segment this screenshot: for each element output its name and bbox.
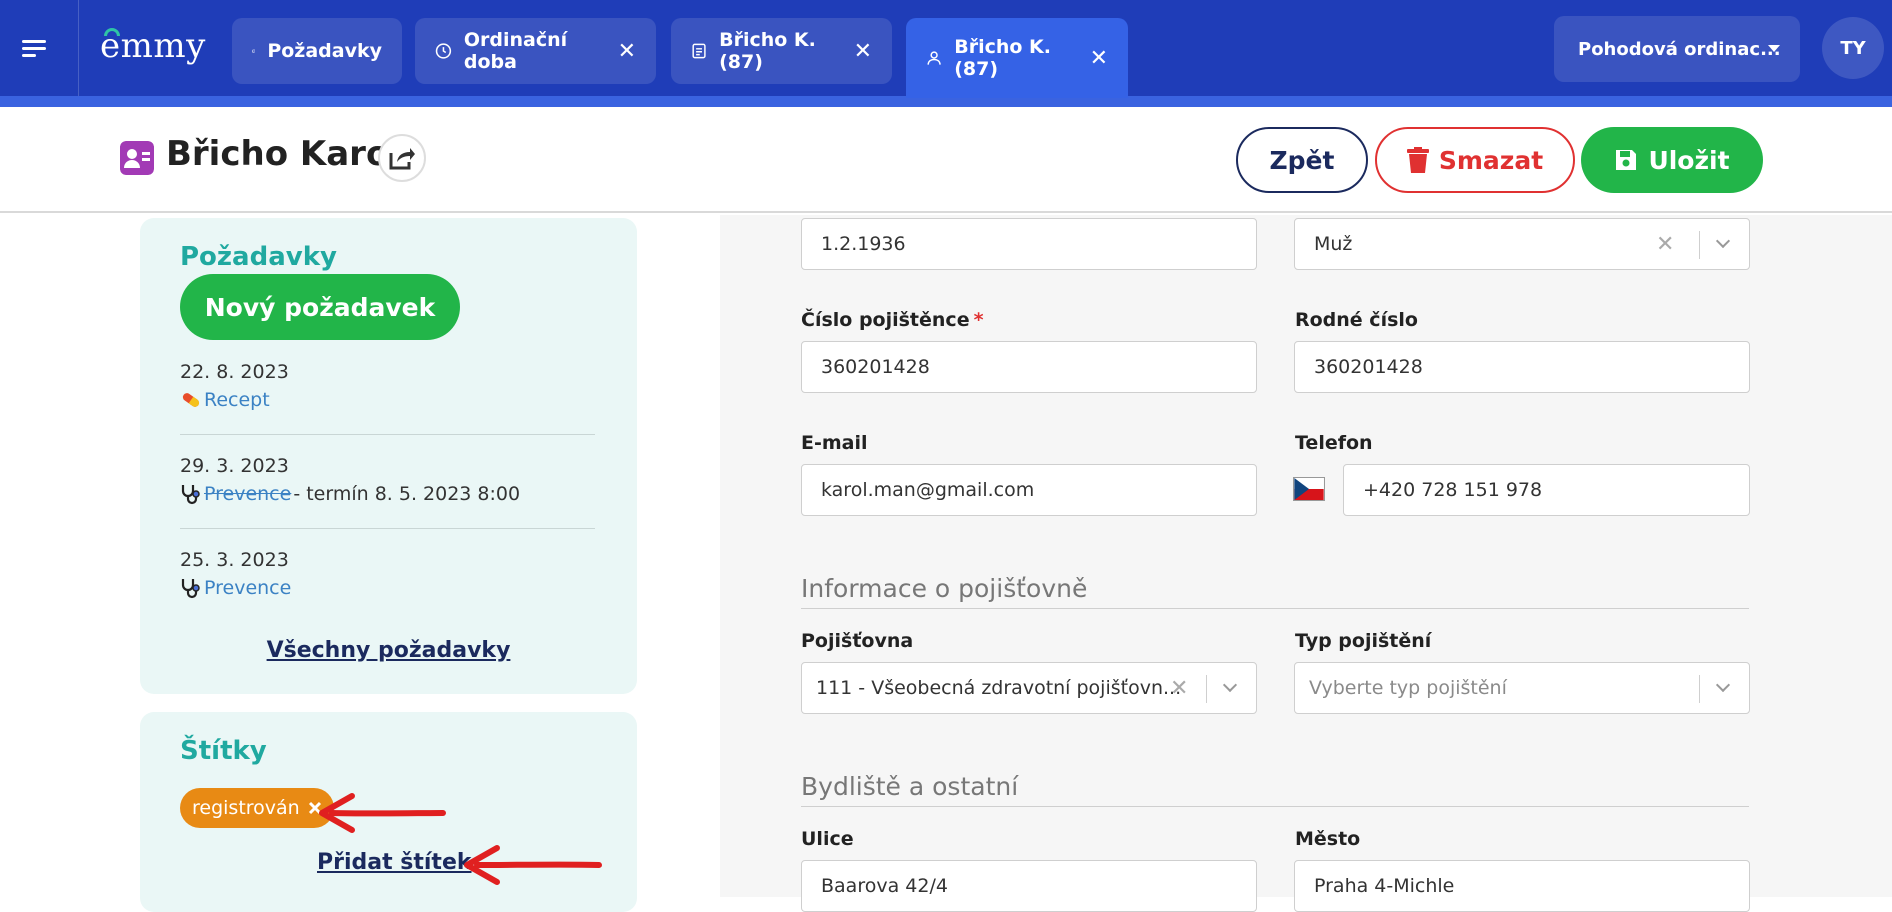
- caret-down-icon: [1768, 45, 1780, 52]
- menu-icon[interactable]: [22, 40, 46, 58]
- add-tag-link[interactable]: Přidat štítek: [317, 850, 472, 875]
- residence-section-title: Bydliště a ostatní: [801, 772, 1019, 801]
- chevron-down-icon[interactable]: [1715, 677, 1731, 693]
- delete-button-label: Smazat: [1438, 145, 1544, 175]
- back-button-label: Zpět: [1269, 145, 1335, 175]
- request-item[interactable]: 22. 8. 2023 Recept: [180, 361, 595, 411]
- requests-panel-title: Požadavky: [180, 242, 337, 272]
- clinic-select[interactable]: Pohodová ordinac...: [1554, 16, 1800, 82]
- street-label: Ulice: [801, 828, 854, 850]
- select-separator: [1206, 675, 1207, 703]
- birth-date-field[interactable]: 1.2.1936: [801, 218, 1257, 270]
- annotation-arrow-add-tag: [464, 845, 602, 885]
- street-field[interactable]: Baarova 42/4: [801, 860, 1257, 912]
- tab-requests[interactable]: Požadavky: [232, 18, 402, 84]
- stethoscope-icon: [181, 485, 200, 505]
- section-divider: [801, 806, 1749, 807]
- insurance-number-label-text: Číslo pojištěnce: [801, 309, 970, 331]
- document-stack-icon: [252, 49, 256, 53]
- request-date: 25. 3. 2023: [180, 549, 289, 571]
- tab-label: Břicho K. (87): [719, 29, 816, 73]
- insurance-type-select[interactable]: Vyberte typ pojištění: [1294, 662, 1750, 714]
- tags-panel-title: Štítky: [180, 736, 267, 766]
- clock-icon: [435, 43, 452, 59]
- insurance-type-label: Typ pojištění: [1295, 630, 1432, 652]
- email-label: E-mail: [801, 432, 868, 454]
- close-icon[interactable]: ✕: [618, 39, 636, 64]
- insurance-number-label: Číslo pojištěnce *: [801, 309, 984, 331]
- all-requests-link[interactable]: Všechny požadavky: [140, 638, 637, 663]
- close-icon[interactable]: ✕: [1090, 46, 1108, 71]
- request-item[interactable]: 25. 3. 2023 Prevence: [180, 549, 595, 599]
- back-button[interactable]: Zpět: [1236, 127, 1368, 193]
- document-icon: [692, 43, 706, 59]
- birth-number-field[interactable]: 360201428: [1294, 341, 1750, 393]
- section-divider: [801, 608, 1749, 609]
- close-icon[interactable]: ✕: [854, 39, 872, 64]
- tab-office-hours[interactable]: Ordinační doba ✕: [415, 18, 656, 84]
- chevron-down-icon[interactable]: [1715, 233, 1731, 249]
- insurer-label: Pojišťovna: [801, 630, 914, 652]
- request-appointment: - termín 8. 5. 2023 8:00: [293, 483, 521, 505]
- delete-button[interactable]: Smazat: [1375, 127, 1575, 193]
- share-button[interactable]: [378, 134, 426, 182]
- request-divider: [180, 434, 595, 435]
- request-type-link[interactable]: Prevence: [204, 483, 291, 505]
- tab-label: Požadavky: [267, 40, 382, 62]
- patient-name: Břicho Karol: [166, 134, 401, 174]
- request-date: 29. 3. 2023: [180, 455, 289, 477]
- insurer-select[interactable]: 111 - Všeobecná zdravotní pojišťovn... ✕: [801, 662, 1257, 714]
- topbar-divider: [78, 0, 79, 96]
- insurance-number-field[interactable]: 360201428: [801, 341, 1257, 393]
- floppy-disk-icon: [1616, 150, 1637, 170]
- insurer-value: 111 - Všeobecná zdravotní pojišťovn...: [816, 677, 1182, 699]
- request-date: 22. 8. 2023: [180, 361, 289, 383]
- select-separator: [1699, 231, 1700, 259]
- email-field[interactable]: karol.man@gmail.com: [801, 464, 1257, 516]
- clinic-select-value: Pohodová ordinac...: [1578, 38, 1781, 60]
- clear-icon[interactable]: ✕: [1170, 676, 1188, 701]
- tab-label: Ordinační doba: [463, 29, 568, 73]
- user-avatar[interactable]: TY: [1822, 17, 1884, 79]
- patient-contact-icon: [120, 141, 154, 175]
- phone-field[interactable]: +420 728 151 978: [1343, 464, 1750, 516]
- new-request-button[interactable]: Nový požadavek: [180, 274, 460, 340]
- tab-patient-detail[interactable]: Břicho K. (87) ✕: [906, 18, 1128, 98]
- save-button-label: Uložit: [1648, 145, 1730, 175]
- pill-icon: [182, 393, 200, 407]
- app-logo[interactable]: emmy: [100, 26, 206, 66]
- request-type-link[interactable]: Recept: [204, 389, 270, 411]
- tab-label: Břicho K. (87): [954, 36, 1051, 80]
- insurance-section-title: Informace o pojišťovně: [801, 574, 1088, 603]
- request-type-link[interactable]: Prevence: [204, 577, 291, 599]
- birth-number-label: Rodné číslo: [1295, 309, 1418, 331]
- save-button[interactable]: Uložit: [1581, 127, 1763, 193]
- gender-value: Muž: [1314, 233, 1353, 255]
- required-mark: *: [973, 309, 984, 331]
- phone-label: Telefon: [1295, 432, 1373, 454]
- tab-patient-request[interactable]: Břicho K. (87) ✕: [671, 18, 892, 84]
- stethoscope-icon: [181, 579, 200, 599]
- share-icon: [389, 148, 415, 170]
- annotation-arrow-tag: [319, 793, 446, 833]
- insurance-type-placeholder: Vyberte typ pojištění: [1309, 677, 1507, 699]
- trash-icon: [1406, 147, 1429, 173]
- city-field[interactable]: Praha 4-Michle: [1294, 860, 1750, 912]
- clear-icon[interactable]: ✕: [1656, 232, 1674, 257]
- person-icon: [927, 51, 941, 65]
- select-separator: [1699, 675, 1700, 703]
- gender-select[interactable]: Muž ✕: [1294, 218, 1750, 270]
- request-item[interactable]: 29. 3. 2023 Prevence - termín 8. 5. 2023…: [180, 455, 595, 505]
- tag-label: registrován: [192, 797, 300, 819]
- requests-panel: Požadavky Nový požadavek 22. 8. 2023 Rec…: [140, 218, 637, 694]
- request-divider: [180, 528, 595, 529]
- city-label: Město: [1295, 828, 1361, 850]
- czech-flag-icon[interactable]: [1293, 477, 1325, 501]
- chevron-down-icon[interactable]: [1222, 677, 1238, 693]
